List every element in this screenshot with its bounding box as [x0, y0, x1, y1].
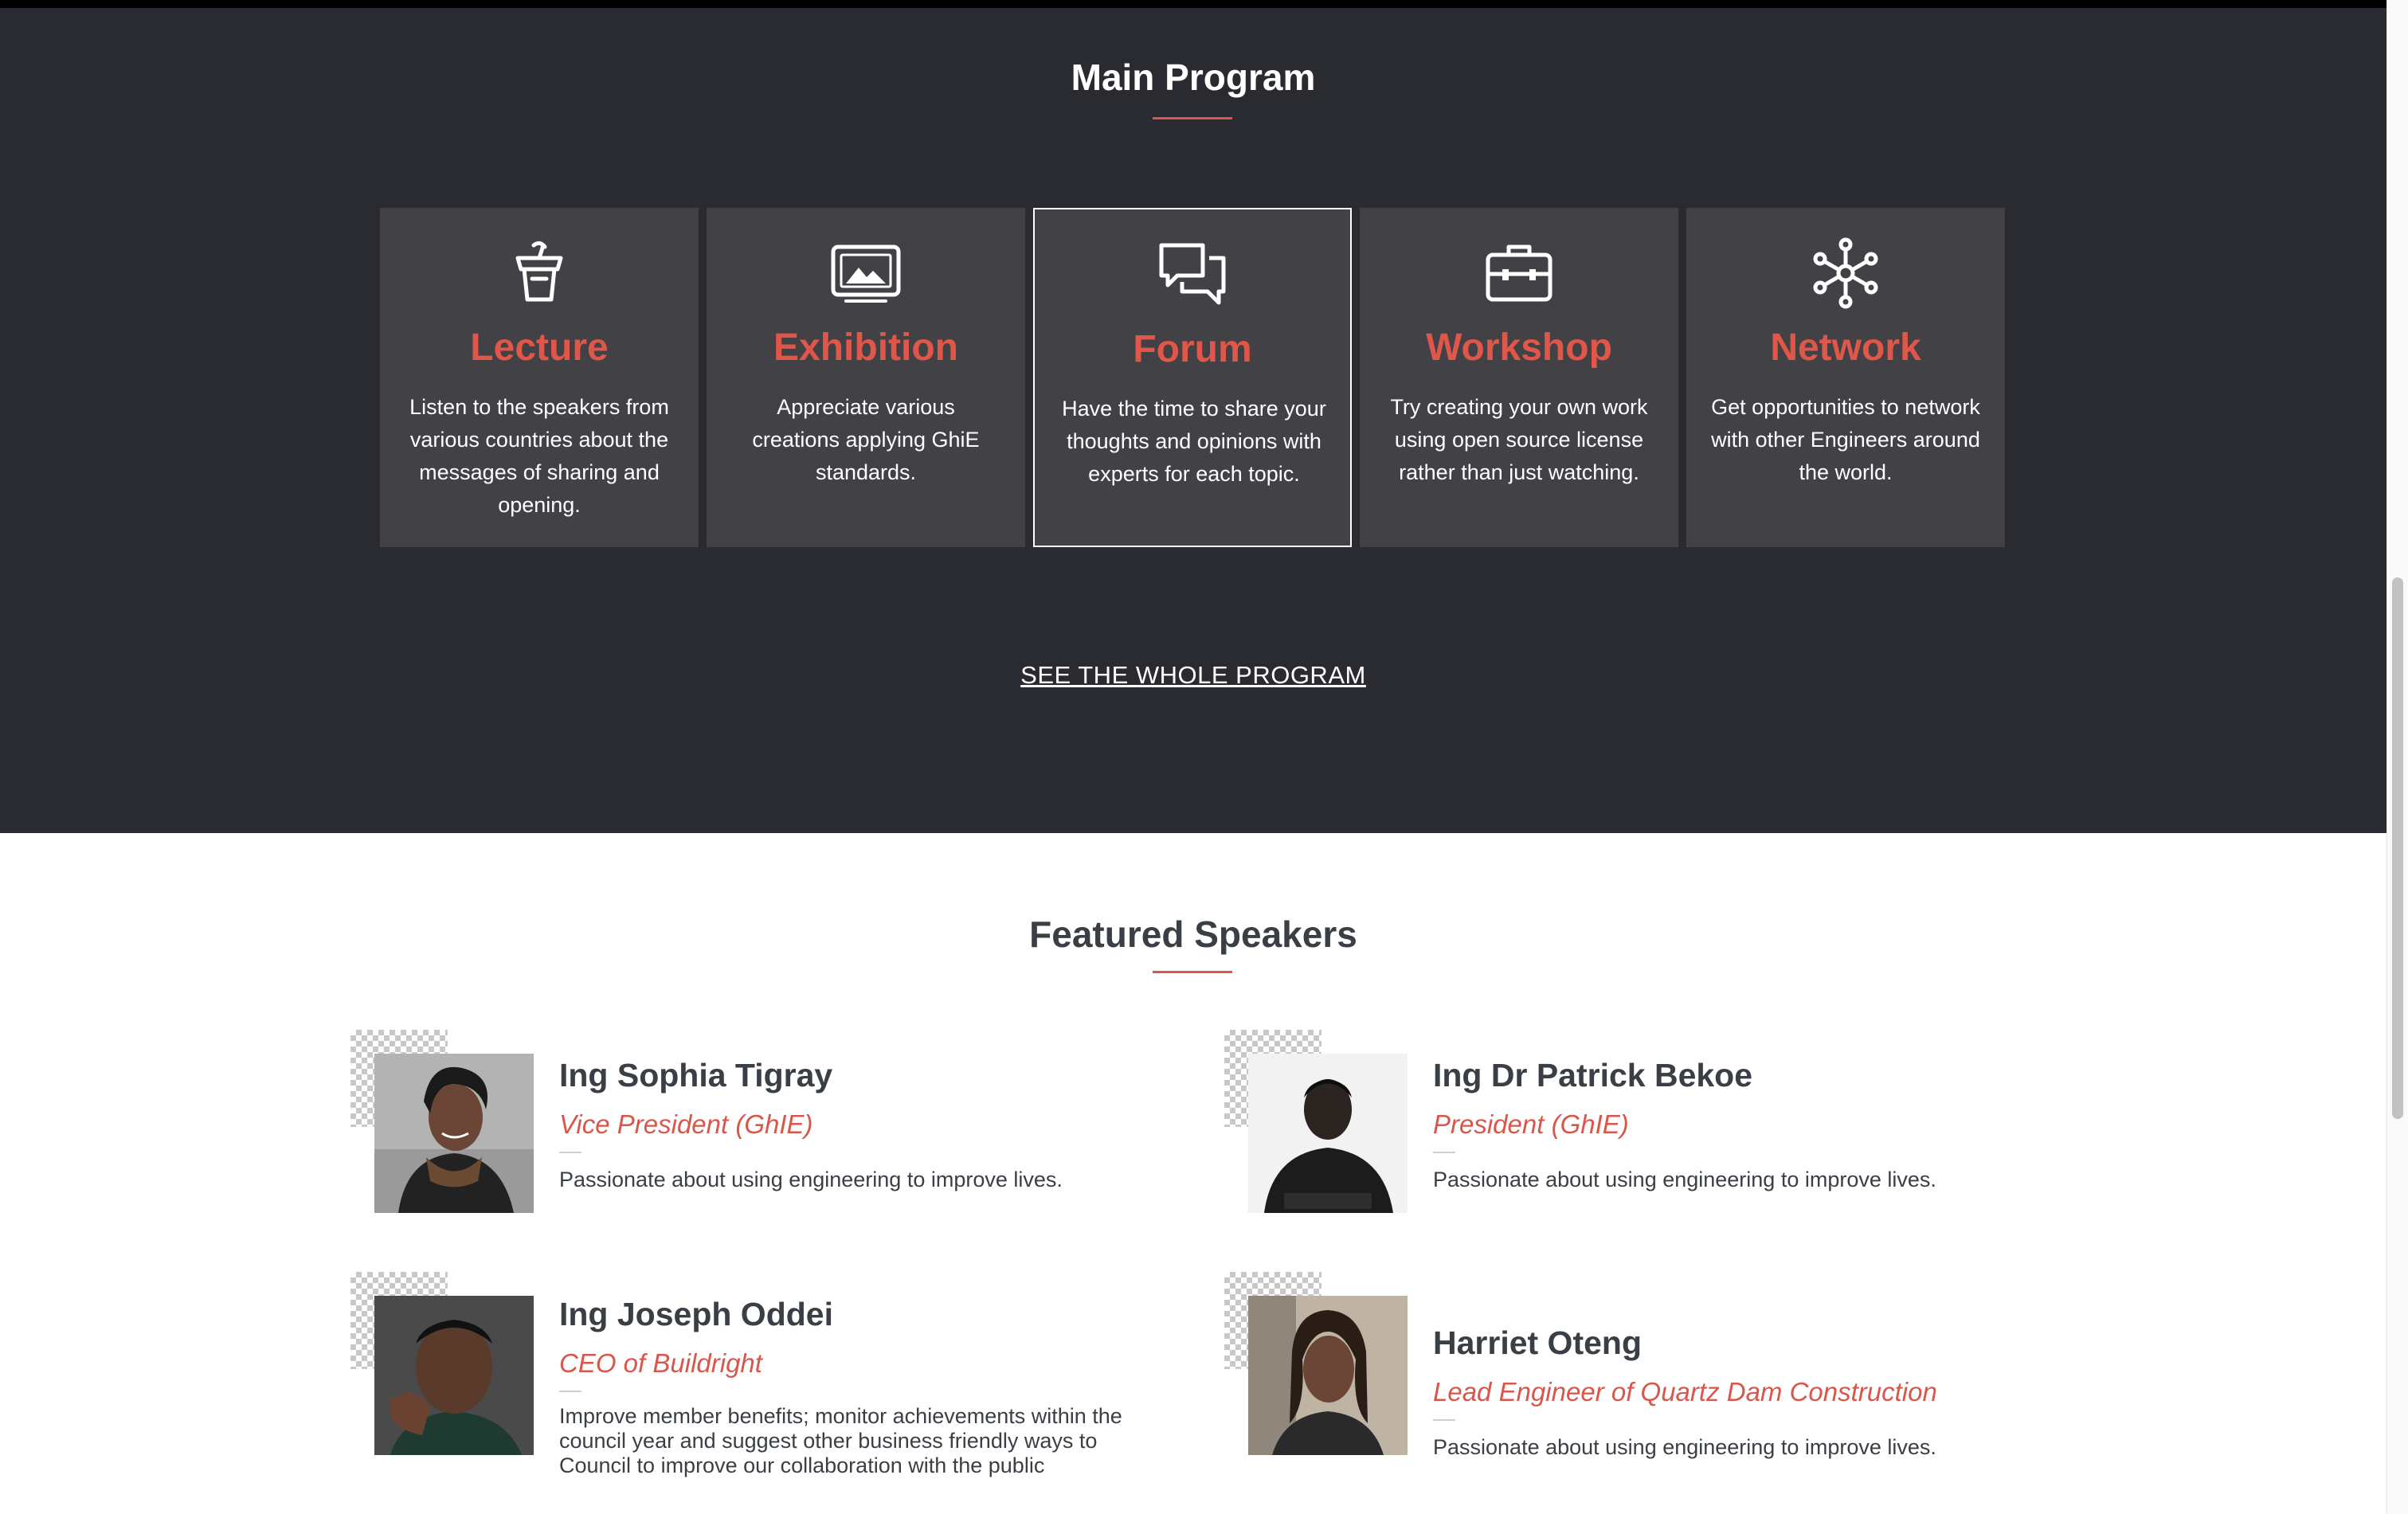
program-card-network[interactable]: Network Get opportunities to network wit… [1686, 208, 2005, 547]
scrollbar-thumb[interactable] [2392, 577, 2403, 1119]
title-underline [1153, 971, 1232, 973]
speaker-card[interactable]: Harriet Oteng Lead Engineer of Quartz Da… [1224, 1272, 2061, 1495]
card-description: Listen to the speakers from various coun… [409, 395, 669, 517]
speaker-name: Ing Sophia Tigray [559, 1057, 833, 1093]
speaker-divider [1433, 1419, 1455, 1421]
featured-speakers-title: Featured Speakers [1029, 913, 1357, 955]
main-program-title: Main Program [1071, 57, 1316, 98]
speaker-photo [1248, 1054, 1408, 1213]
picture-icon [707, 237, 1025, 309]
program-card-forum[interactable]: Forum Have the time to share your though… [1033, 208, 1352, 547]
featured-speakers-section: Featured Speakers Ing Sophia Tigray Vice… [0, 833, 2386, 1514]
top-edge-bar [0, 0, 2386, 8]
podium-icon [380, 237, 699, 309]
main-program-section: Main Program Lecture Listen to the speak… [0, 8, 2386, 833]
speaker-card[interactable]: Ing Joseph Oddei CEO of Buildright Impro… [350, 1272, 1187, 1495]
speaker-name: Harriet Oteng [1433, 1324, 1642, 1361]
program-card-lecture[interactable]: Lecture Listen to the speakers from vari… [380, 208, 699, 547]
card-title: Network [1770, 327, 1921, 369]
speaker-role: Lead Engineer of Quartz Dam Construction [1433, 1377, 1937, 1406]
program-card-workshop[interactable]: Workshop Try creating your own work usin… [1360, 208, 1678, 547]
speaker-photo [374, 1296, 534, 1455]
speaker-photo [374, 1054, 534, 1213]
card-description: Try creating your own work using open so… [1390, 395, 1648, 484]
card-title: Lecture [470, 327, 609, 369]
card-description: Have the time to share your thoughts and… [1062, 397, 1326, 486]
see-whole-program-link[interactable]: SEE THE WHOLE PROGRAM [0, 661, 2386, 690]
speaker-bio: Passionate about using engineering to im… [1433, 1168, 1936, 1191]
speaker-divider [559, 1152, 581, 1153]
speaker-card[interactable]: Ing Dr Patrick Bekoe President (GhIE) Pa… [1224, 1030, 2061, 1253]
card-description: Appreciate various creations applying Gh… [752, 395, 980, 484]
briefcase-icon [1360, 237, 1678, 309]
chat-bubbles-icon [1035, 239, 1350, 311]
speaker-card[interactable]: Ing Sophia Tigray Vice President (GhIE) … [350, 1030, 1187, 1253]
speaker-role: Vice President (GhIE) [559, 1109, 813, 1139]
speaker-name: Ing Dr Patrick Bekoe [1433, 1057, 1753, 1093]
speaker-role: CEO of Buildright [559, 1348, 762, 1378]
speaker-photo [1248, 1296, 1408, 1455]
title-underline [1153, 117, 1232, 119]
card-title: Workshop [1426, 327, 1612, 369]
speaker-divider [559, 1391, 581, 1392]
card-title: Forum [1133, 328, 1252, 370]
card-title: Exhibition [773, 327, 958, 369]
speaker-bio: Improve member benefits; monitor achieve… [559, 1404, 1122, 1477]
program-card-exhibition[interactable]: Exhibition Appreciate various creations … [707, 208, 1025, 547]
speaker-bio: Passionate about using engineering to im… [559, 1168, 1063, 1191]
speaker-divider [1433, 1152, 1455, 1153]
speaker-role: President (GhIE) [1433, 1109, 1629, 1139]
speaker-bio: Passionate about using engineering to im… [1433, 1435, 1936, 1459]
speaker-name: Ing Joseph Oddei [559, 1296, 833, 1332]
card-description: Get opportunities to network with other … [1711, 395, 1980, 484]
network-hub-icon [1686, 237, 2005, 309]
